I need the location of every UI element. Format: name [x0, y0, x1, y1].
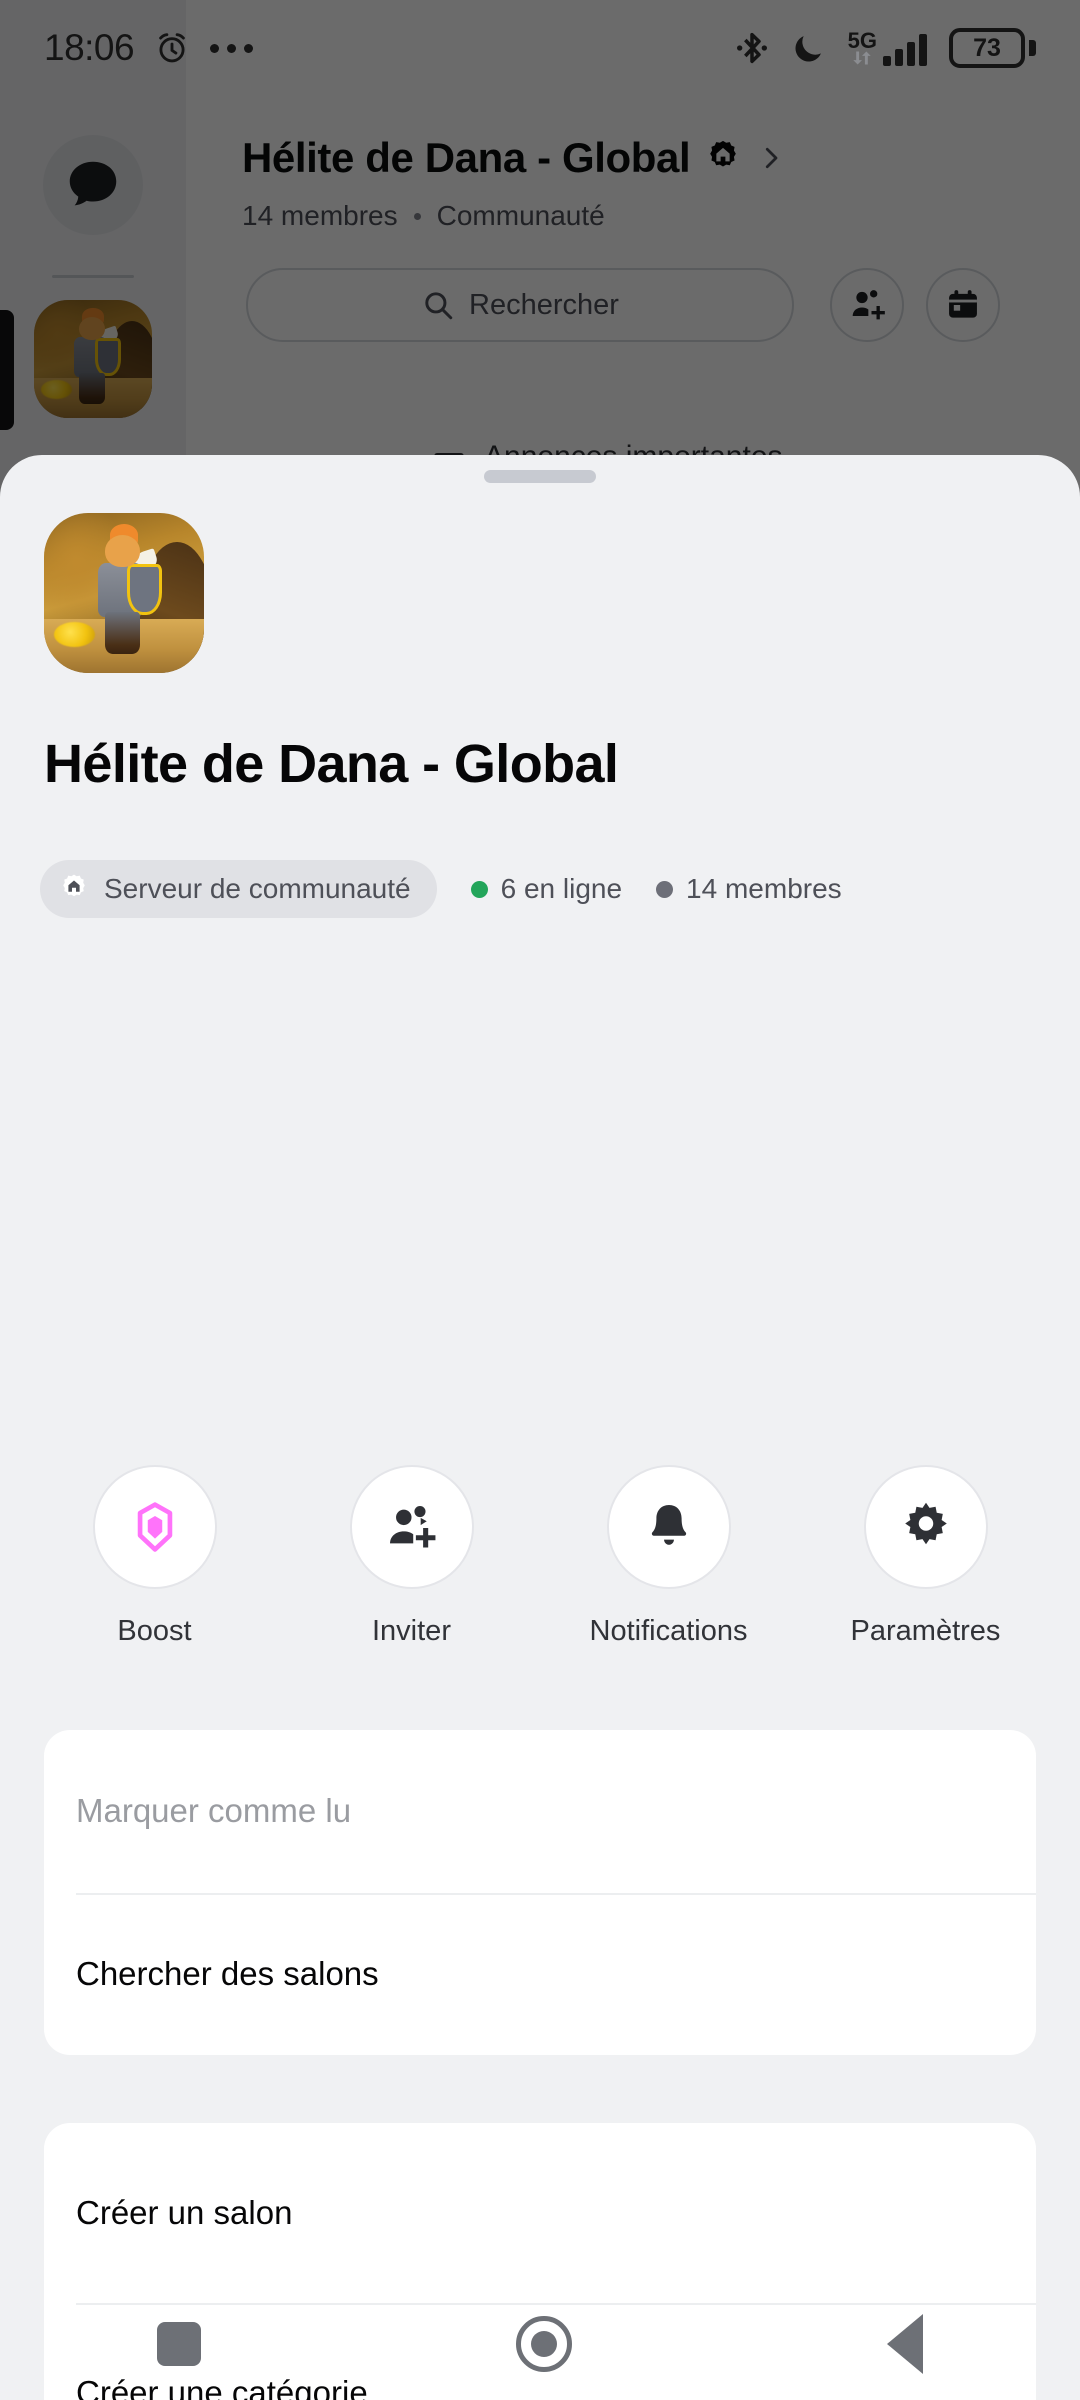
status-clock: 18:06	[44, 27, 135, 68]
boost-gem-icon	[137, 1502, 172, 1552]
quick-actions-row: Boost Inviter Notifications Paramètres	[0, 1465, 1080, 1648]
action-boost-label: Boost	[117, 1615, 192, 1647]
members-count: 14 membres	[656, 873, 842, 905]
members-status-dot	[656, 880, 674, 898]
android-navigation-bar	[0, 2288, 1080, 2400]
signal-bars-icon	[883, 32, 927, 66]
data-transfer-icon	[853, 51, 872, 65]
action-notifications[interactable]: Notifications	[574, 1465, 764, 1648]
community-badge-label: Serveur de communauté	[104, 873, 411, 904]
bell-icon	[651, 1504, 686, 1545]
status-badge: Serveur de communauté	[40, 860, 437, 918]
action-notifications-label: Notifications	[589, 1615, 748, 1647]
battery-indicator: 73	[949, 28, 1036, 68]
option-mark-as-read-label: Marquer comme lu	[76, 1792, 352, 1830]
add-member-icon	[389, 1505, 435, 1548]
action-boost[interactable]: Boost	[60, 1465, 250, 1648]
online-count: 6 en ligne	[470, 873, 623, 905]
moon-icon	[795, 36, 821, 62]
community-house-badge-icon	[63, 874, 85, 897]
members-count-label: 14 membres	[686, 873, 842, 904]
option-create-channel-label: Créer un salon	[76, 2193, 293, 2231]
back-triangle-icon[interactable]	[886, 2314, 923, 2374]
more-dots-icon	[210, 43, 254, 53]
home-circle-icon[interactable]	[515, 2316, 572, 2372]
options-card-read: Marquer comme lu Chercher des salons	[44, 1730, 1036, 2055]
action-invite-label: Inviter	[372, 1615, 451, 1647]
action-settings[interactable]: Paramètres	[831, 1465, 1021, 1648]
option-browse-channels-label: Chercher des salons	[76, 1954, 379, 1992]
server-options-sheet: Hélite de Dana - Global Serveur de commu…	[0, 455, 1080, 2400]
option-mark-as-read[interactable]: Marquer comme lu	[44, 1730, 1036, 1893]
alarm-icon	[159, 33, 185, 63]
action-invite[interactable]: Inviter	[317, 1465, 507, 1648]
drag-handle[interactable]	[484, 470, 596, 483]
server-meta-row: Serveur de communauté 6 en ligne 14 memb…	[40, 860, 842, 918]
bluetooth-icon	[736, 32, 767, 64]
gear-icon	[904, 1502, 947, 1545]
action-settings-label: Paramètres	[850, 1615, 1001, 1647]
online-status-dot	[470, 880, 488, 898]
recents-square-icon[interactable]	[157, 2322, 202, 2366]
option-browse-channels[interactable]: Chercher des salons	[44, 1892, 1036, 2056]
battery-percent: 73	[973, 33, 1001, 62]
server-avatar[interactable]	[44, 513, 204, 673]
network-type-label: 5G	[847, 28, 877, 53]
online-count-label: 6 en ligne	[500, 873, 623, 904]
page-title: Hélite de Dana - Global	[44, 734, 619, 794]
cellular-signal: 5G	[848, 30, 927, 66]
option-create-channel[interactable]: Créer un salon	[44, 2123, 1036, 2303]
status-bar: 18:06 5G 73	[0, 0, 1080, 96]
phone-screen: Hélite de Dana - Global 14 membres Commu…	[0, 0, 1080, 2400]
